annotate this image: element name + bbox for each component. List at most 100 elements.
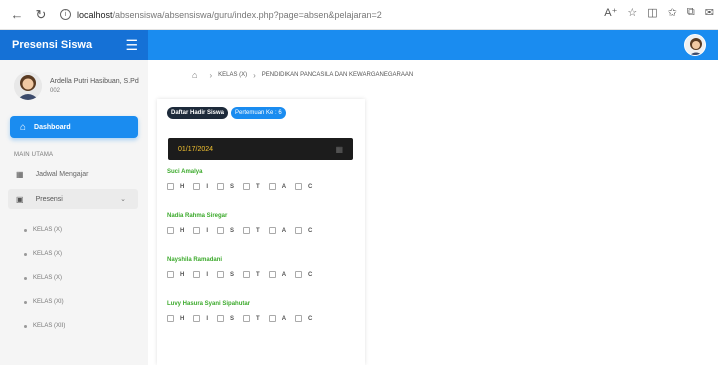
profile-avatar xyxy=(14,72,42,100)
calendar-icon[interactable]: ▦ xyxy=(335,145,343,154)
url-path: /absensiswa/absensiswa/guru/index.php?pa… xyxy=(112,9,382,20)
chevron-down-icon: ⌄ xyxy=(120,196,126,203)
checkbox[interactable] xyxy=(268,183,276,190)
attendance-option[interactable]: T xyxy=(243,183,260,190)
attendance-option[interactable]: C xyxy=(295,271,312,278)
bullet-icon xyxy=(24,324,27,328)
sidebar-item-label: Presensi xyxy=(35,195,63,203)
student-name: Luvy Hasura Syani Sipahutar xyxy=(167,301,251,307)
date-value: 01/17/2024 xyxy=(178,145,214,153)
checkbox[interactable] xyxy=(295,183,303,190)
attendance-options: HISTAC xyxy=(167,227,321,234)
attendance-options: HISTAC xyxy=(167,183,321,190)
breadcrumb-subject: PENDIDIKAN PANCASILA DAN KEWARGANEGARAAN xyxy=(261,72,414,78)
extensions-icon[interactable]: ✉ xyxy=(705,6,714,19)
read-aloud-icon[interactable]: A⁺ xyxy=(604,6,617,19)
attendance-option[interactable]: S xyxy=(217,315,234,322)
attendance-option[interactable]: C xyxy=(295,315,312,322)
checkbox[interactable] xyxy=(167,183,174,190)
address-bar[interactable]: i localhost /absensiswa/absensiswa/guru/… xyxy=(60,9,382,20)
checkbox[interactable] xyxy=(167,315,174,322)
attendance-option[interactable]: A xyxy=(268,271,287,278)
user-avatar[interactable] xyxy=(684,34,706,56)
attendance-option[interactable]: A xyxy=(268,227,286,234)
checkbox[interactable] xyxy=(217,315,225,322)
checkbox[interactable] xyxy=(243,183,251,190)
attendance-option[interactable]: H xyxy=(167,183,184,190)
attendance-option[interactable]: I xyxy=(193,227,208,234)
sidebar-item-dashboard[interactable]: ⌂ Dashboard xyxy=(10,116,138,138)
option-label: T xyxy=(256,315,260,322)
checkbox[interactable] xyxy=(193,227,201,234)
checkbox[interactable] xyxy=(193,271,201,278)
collections-icon[interactable]: ⧉ xyxy=(687,6,695,19)
student-row: Luvy Hasura Syani Sipahutar H I S T A C xyxy=(167,301,321,322)
sidebar-subitem-kelas[interactable]: KELAS (X) xyxy=(24,227,148,233)
sidebar-item-jadwal[interactable]: ▦ Jadwal Mengajar xyxy=(16,170,148,179)
menu-hamburger-icon[interactable]: ☰ xyxy=(125,38,138,52)
option-label: I xyxy=(206,271,209,278)
attendance-option[interactable]: C xyxy=(295,227,312,234)
option-label: A xyxy=(281,271,287,278)
attendance-option[interactable]: I xyxy=(193,315,208,322)
attendance-option[interactable]: S xyxy=(217,183,234,190)
attendance-option[interactable]: H xyxy=(167,315,184,322)
checkbox[interactable] xyxy=(193,183,201,190)
back-arrow-icon[interactable]: ← xyxy=(8,6,26,24)
checkbox[interactable] xyxy=(217,183,225,190)
sidebar-subitem-kelas[interactable]: KELAS (X) xyxy=(24,251,148,257)
attendance-option[interactable]: C xyxy=(295,183,312,190)
attendance-option[interactable]: T xyxy=(243,271,260,278)
sidebar-item-label: Jadwal Mengajar xyxy=(35,171,89,178)
checkbox[interactable] xyxy=(268,315,276,322)
breadcrumb-kelas[interactable]: KELAS (X) xyxy=(218,72,247,78)
sidebar-subitem-kelas[interactable]: KELAS (XI) xyxy=(24,299,148,305)
checkbox[interactable] xyxy=(295,271,303,278)
student-row: Nadia Rahma Siregar H I S T A C xyxy=(167,213,321,234)
option-label: H xyxy=(180,183,185,190)
attendance-option[interactable]: S xyxy=(217,227,234,234)
checkbox[interactable] xyxy=(167,271,174,278)
checkbox[interactable] xyxy=(193,315,201,322)
checkbox[interactable] xyxy=(167,227,174,234)
date-field[interactable]: 01/17/2024 ▦ xyxy=(168,138,353,160)
title-badge: Daftar Hadir Siswa xyxy=(167,107,229,119)
attendance-option[interactable]: T xyxy=(243,227,260,234)
sidebar-item-presensi[interactable]: ▣ Presensi ⌄ xyxy=(8,189,138,209)
attendance-option[interactable]: A xyxy=(268,183,286,190)
checkbox[interactable] xyxy=(295,227,303,234)
attendance-option[interactable]: I xyxy=(193,271,208,278)
checkbox[interactable] xyxy=(217,227,225,234)
attendance-option[interactable]: S xyxy=(217,271,234,278)
sidebar-subitem-label: KELAS (X) xyxy=(33,275,63,281)
card-badges: Daftar Hadir Siswa Pertemuan Ke : 6 xyxy=(167,107,286,119)
checkbox[interactable] xyxy=(268,227,276,234)
checkbox[interactable] xyxy=(243,227,251,234)
option-label: S xyxy=(230,271,235,278)
favorite-star-icon[interactable]: ☆ xyxy=(627,6,637,19)
browser-actions: A⁺ ☆ ◫ ✩ ⧉ ✉ xyxy=(604,6,714,19)
checkbox[interactable] xyxy=(243,271,251,278)
home-icon[interactable]: ⌂ xyxy=(192,70,197,80)
option-label: I xyxy=(206,183,209,190)
attendance-options: HISTAC xyxy=(167,315,321,322)
reload-icon[interactable]: ↻ xyxy=(32,6,50,24)
attendance-option[interactable]: I xyxy=(193,183,208,190)
checkbox[interactable] xyxy=(268,271,276,278)
sidebar-subitem-kelas[interactable]: KELAS (X) xyxy=(24,275,148,281)
checkbox[interactable] xyxy=(295,315,303,322)
attendance-option[interactable]: H xyxy=(167,271,184,278)
attendance-option[interactable]: H xyxy=(167,227,184,234)
bullet-icon xyxy=(24,252,27,256)
attendance-option[interactable]: T xyxy=(243,315,260,322)
checkbox[interactable] xyxy=(217,271,225,278)
sidebar-subitem-kelas[interactable]: KELAS (XII) xyxy=(24,323,148,329)
option-label: T xyxy=(256,271,260,278)
checkbox[interactable] xyxy=(243,315,251,322)
sidebar-item-label: Dashboard xyxy=(34,123,71,131)
split-screen-icon[interactable]: ◫ xyxy=(647,6,657,19)
info-icon[interactable]: i xyxy=(60,9,71,20)
attendance-option[interactable]: A xyxy=(268,315,287,322)
option-label: A xyxy=(281,315,287,322)
favorites-icon[interactable]: ✩ xyxy=(668,6,677,19)
